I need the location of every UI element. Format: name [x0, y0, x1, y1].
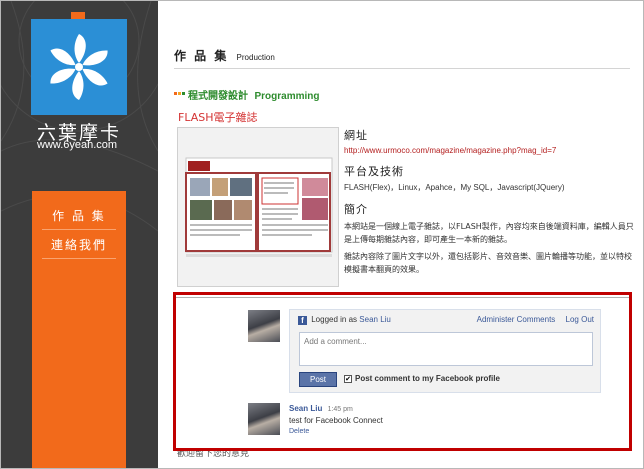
logo[interactable]: [31, 19, 127, 115]
project-info: 網址 http://www.urmoco.com/magazine/magazi…: [344, 127, 634, 280]
bullet-dots-icon: [174, 92, 186, 96]
nav-panel: 作 品 集 連絡我們: [32, 191, 126, 468]
nav-item-contact[interactable]: 連絡我們: [42, 230, 116, 259]
category-title-zh: 程式開發設計: [188, 91, 248, 102]
project-url-link[interactable]: http://www.urmoco.com/magazine/magazine.…: [344, 146, 634, 155]
tech-heading: 平台及技術: [344, 165, 404, 178]
nav-item-portfolio[interactable]: 作 品 集: [42, 201, 116, 230]
category-title: 程式開發設計 Programming: [188, 87, 320, 102]
highlight-annotation: [173, 292, 632, 451]
divider: [174, 68, 630, 69]
magazine-preview-image: [178, 128, 338, 286]
page-title-text: 作 品 集: [174, 49, 229, 63]
brand-url: www.6yeah.com: [37, 139, 118, 151]
flower-icon: [50, 34, 108, 100]
intro-paragraph-2: 雜誌內容除了圖片文字以外，還包括影片、音效音樂、圖片輪播等功能，並以特校模擬書本…: [344, 252, 632, 274]
category-title-en: Programming: [254, 91, 320, 102]
intro-heading: 簡介: [344, 203, 368, 216]
page-subtitle: Production: [236, 53, 275, 62]
project-thumbnail[interactable]: [177, 127, 339, 287]
intro-paragraph-1: 本網站是一個線上電子雜誌，以FLASH製作，內容均來自後端資料庫，編輯人員只是上…: [344, 222, 634, 244]
sidebar: 六葉摩卡 www.6yeah.com 作 品 集 連絡我們: [1, 1, 158, 468]
screenshot-frame: 六葉摩卡 www.6yeah.com 作 品 集 連絡我們 作 品 集 Prod…: [0, 0, 644, 469]
tech-list: FLASH(Flex)，Linux，Apahce，My SQL，Javascri…: [344, 183, 565, 192]
project-title[interactable]: FLASH電子雜誌: [178, 109, 258, 125]
page-title: 作 品 集 Production: [174, 47, 275, 64]
url-heading: 網址: [344, 129, 368, 142]
